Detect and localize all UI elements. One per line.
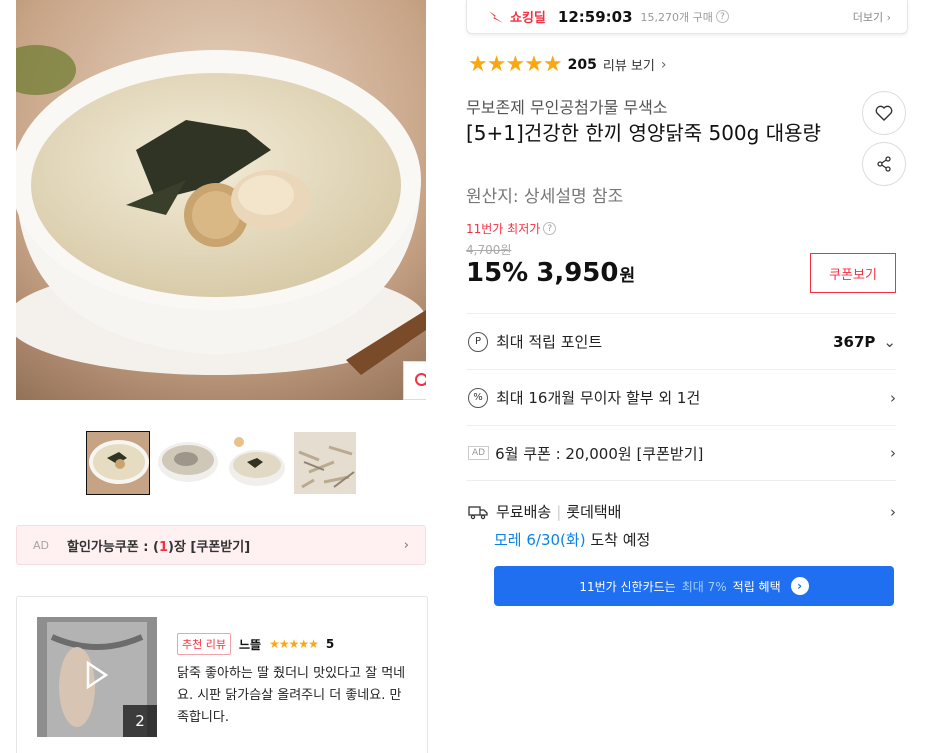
product-origin: 원산지: 상세설명 참조 <box>466 187 624 207</box>
help-icon[interactable]: ? <box>543 222 557 235</box>
review-meta: 추천 리뷰 느뜰 ★★★★★ 5 <box>177 633 334 655</box>
coupon-suffix: )장 [쿠폰받기] <box>168 539 251 555</box>
chevron-down-icon: ⌄ <box>883 332 896 351</box>
installment-text: 최대 16개월 무이자 할부 외 1건 <box>496 389 701 407</box>
heart-icon <box>875 105 893 121</box>
free-shipping: 무료배송 <box>496 503 552 521</box>
lowest-price-label: 11번가 최저가 ? <box>466 220 557 237</box>
discount-rate: 15% <box>466 258 529 288</box>
lowest-price-text: 11번가 최저가 <box>466 222 541 236</box>
coupon-count: 1 <box>158 539 168 555</box>
ad-tag: AD <box>468 446 490 460</box>
sold-count: 15,270개 구매 <box>640 10 713 24</box>
wishlist-button[interactable] <box>862 91 906 135</box>
thumbnail-strip <box>86 431 357 495</box>
share-icon <box>877 156 891 172</box>
coupon-label: 할인가능쿠폰 : ( <box>67 539 159 555</box>
chevron-right-icon: › <box>890 444 896 462</box>
card-promo-banner[interactable]: 11번가 신한카드는 최대 7% 적립 혜택 › <box>494 566 894 606</box>
installment-end: › <box>890 389 896 407</box>
review-text: 닭죽 좋아하는 딸 줬더니 맛있다고 잘 먹네요. 시판 닭가슴살 올려주니 더… <box>177 666 406 725</box>
review-count: 205 <box>567 56 597 73</box>
more-link[interactable]: 더보기 › <box>853 9 891 25</box>
coupon-ad-end: › <box>890 444 896 462</box>
banner-highlight: 최대 7% <box>681 579 727 594</box>
discount-coupon-bar[interactable]: AD 할인가능쿠폰 : (1)장 [쿠폰받기] › <box>16 525 426 565</box>
review-score: 5 <box>325 637 335 651</box>
rating-stars: ★★★★★ <box>468 52 563 77</box>
truck-icon <box>468 505 488 519</box>
thumbnail-image <box>87 432 149 494</box>
chevron-right-icon: › <box>890 503 896 521</box>
arrow-right-icon: › <box>790 577 809 595</box>
main-product-image <box>16 0 426 400</box>
rating-row[interactable]: ★★★★★ 205 리뷰 보기 › <box>468 52 666 77</box>
percent-icon: % <box>468 387 488 408</box>
points-value: 367P <box>833 332 876 351</box>
sale-price: 3,950 <box>536 258 619 288</box>
points-row[interactable]: P 최대 적립 포인트 367P ⌄ <box>466 313 896 369</box>
thumbnail-3[interactable] <box>224 431 288 495</box>
point-icon: P <box>468 331 488 352</box>
thumbnail-image <box>294 432 356 494</box>
help-icon[interactable]: ? <box>715 10 729 23</box>
shocking-deal-bar: 쇼킹딜 12:59:03 15,270개 구매 ? 더보기 › <box>466 0 908 34</box>
arrival-line: 모레 6/30(화) 도착 예정 <box>466 529 896 550</box>
points-label: 최대 적립 포인트 <box>496 333 603 351</box>
chevron-right-icon: › <box>403 537 409 553</box>
coupon-ad-text: 6월 쿠폰 : 20,000원 [쿠폰받기] <box>495 444 704 463</box>
arrival-date: 모레 6/30(화) <box>494 531 586 549</box>
deal-timer: 12:59:03 <box>557 7 633 26</box>
shipping-line: 무료배송 | 롯데택배 <box>466 501 896 522</box>
thumbnail-4[interactable] <box>293 431 357 495</box>
installment-row[interactable]: % 최대 16개월 무이자 할부 외 1건 › <box>466 369 896 425</box>
price-row: 15% 3,950 원 <box>466 258 635 288</box>
review-stars: ★★★★★ <box>269 637 319 651</box>
coupon-text: 할인가능쿠폰 : (1)장 [쿠폰받기] <box>67 536 250 555</box>
ad-label: AD <box>33 538 49 552</box>
points-value-group: 367P ⌄ <box>833 333 896 351</box>
search-icon <box>414 372 426 386</box>
coupon-ad-row[interactable]: AD 6월 쿠폰 : 20,000원 [쿠폰받기] › <box>466 425 896 480</box>
thumbnail-1[interactable] <box>86 431 150 495</box>
zoom-button[interactable] <box>403 361 426 400</box>
thumbnail-2[interactable] <box>155 431 219 495</box>
coupon-view-button[interactable]: 쿠폰보기 <box>810 253 896 293</box>
divider: | <box>556 502 562 521</box>
recommended-badge: 추천 리뷰 <box>177 633 231 655</box>
reviewer-name: 느뜰 <box>238 637 262 652</box>
chevron-right-icon: › <box>890 388 896 407</box>
arrival-text: 도착 예정 <box>590 531 651 549</box>
share-button[interactable] <box>862 142 906 186</box>
banner-prefix: 11번가 신한카드는 <box>579 579 676 594</box>
product-subtitle: 무보존제 무인공첨가물 무색소 <box>466 98 668 117</box>
product-title: [5+1]건강한 한끼 영양닭죽 500g 대용량 <box>466 121 821 145</box>
review-card[interactable]: 2 추천 리뷰 느뜰 ★★★★★ 5 닭죽 좋아하는 딸 줬더니 맛있다고 잘 … <box>16 596 428 753</box>
original-price: 4,700원 <box>466 243 512 257</box>
thumbnail-image <box>225 432 287 494</box>
shocking-deal-logo: 쇼킹딜 <box>487 7 546 26</box>
more-label: 더보기 <box>852 10 884 24</box>
thumbnail-image <box>156 432 218 494</box>
shipping-row[interactable]: 무료배송 | 롯데택배 모레 6/30(화) 도착 예정 › <box>466 480 896 550</box>
review-link[interactable]: 리뷰 보기 <box>603 55 655 74</box>
media-count-badge: 2 <box>123 705 157 737</box>
porridge-photo <box>16 0 426 400</box>
chevron-right-icon: › <box>660 56 667 73</box>
carrier-name: 롯데택배 <box>566 503 622 521</box>
shocking-deal-label: 쇼킹딜 <box>510 11 546 26</box>
bolt-icon <box>489 10 503 23</box>
review-media[interactable]: 2 <box>37 617 157 737</box>
banner-suffix: 적립 혜택 <box>732 579 781 594</box>
play-icon <box>85 660 109 693</box>
currency-unit: 원 <box>619 266 636 286</box>
